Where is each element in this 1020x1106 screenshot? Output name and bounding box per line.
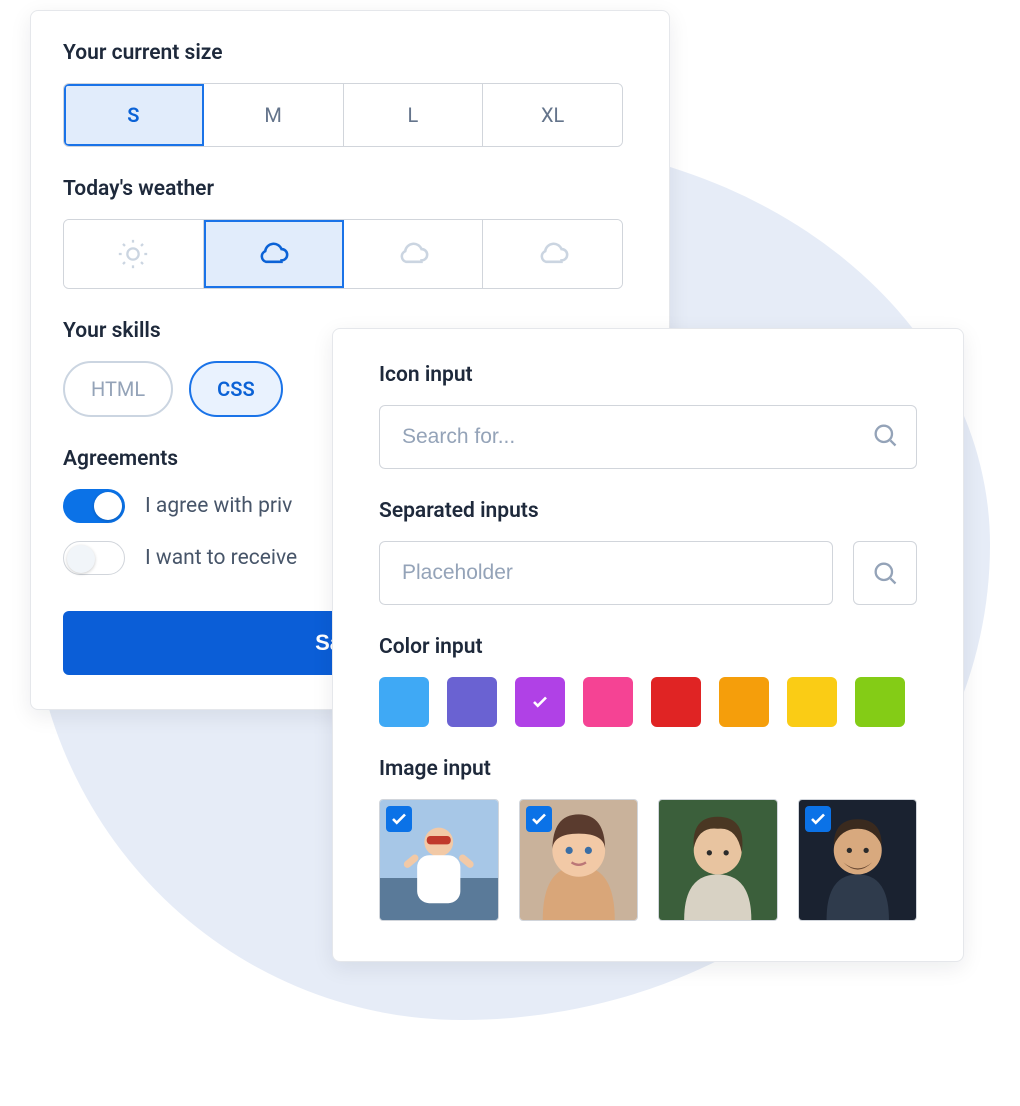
image-input-label: Image input <box>379 757 917 781</box>
check-icon <box>530 810 548 828</box>
cloud-icon <box>396 237 430 271</box>
image-check-badge <box>526 806 552 832</box>
weather-section: Today's weather <box>63 177 637 289</box>
image-check-badge <box>805 806 831 832</box>
check-icon <box>531 693 549 711</box>
toggle-knob <box>94 492 122 520</box>
size-option-m[interactable]: M <box>204 84 344 146</box>
color-swatch[interactable] <box>583 677 633 727</box>
privacy-toggle[interactable] <box>63 489 125 523</box>
check-icon <box>390 810 408 828</box>
image-check-badge <box>386 806 412 832</box>
icon-input-section: Icon input <box>379 363 917 469</box>
separated-inputs-label: Separated inputs <box>379 499 917 523</box>
image-option[interactable] <box>658 799 778 921</box>
weather-option-cloud[interactable] <box>204 220 344 288</box>
form-card-secondary: Icon input Separated inputs Color input <box>332 328 964 962</box>
separated-inputs-section: Separated inputs <box>379 499 917 605</box>
cloud-icon <box>536 237 570 271</box>
size-label: Your current size <box>63 41 637 65</box>
skill-pill-css[interactable]: CSS <box>189 361 283 417</box>
size-segmented-control: S M L XL <box>63 83 623 147</box>
toggle-knob <box>67 545 95 573</box>
image-option[interactable] <box>379 799 499 921</box>
color-swatch[interactable] <box>651 677 701 727</box>
search-icon <box>871 421 899 453</box>
icon-input-wrap <box>379 405 917 469</box>
agreement-text: I want to receive <box>145 546 297 570</box>
image-input-section: Image input <box>379 757 917 921</box>
weather-label: Today's weather <box>63 177 637 201</box>
newsletter-toggle[interactable] <box>63 541 125 575</box>
image-picker-row <box>379 799 917 921</box>
weather-option-sun[interactable] <box>64 220 204 288</box>
search-input[interactable] <box>379 405 917 469</box>
separated-row <box>379 541 917 605</box>
cloud-icon <box>256 237 290 271</box>
color-swatch[interactable] <box>719 677 769 727</box>
weather-option-cloud-alt2[interactable] <box>483 220 622 288</box>
size-option-s[interactable]: S <box>64 84 204 146</box>
color-swatch[interactable] <box>787 677 837 727</box>
size-section: Your current size S M L XL <box>63 41 637 147</box>
color-swatch[interactable] <box>855 677 905 727</box>
color-swatch-row <box>379 677 917 727</box>
color-swatch[interactable] <box>447 677 497 727</box>
skill-pill-html[interactable]: HTML <box>63 361 173 417</box>
icon-input-label: Icon input <box>379 363 917 387</box>
size-option-l[interactable]: L <box>344 84 484 146</box>
sun-icon <box>116 237 150 271</box>
weather-segmented-control <box>63 219 623 289</box>
avatar-placeholder-icon <box>659 800 777 920</box>
agreement-text: I agree with priv <box>145 494 292 518</box>
size-option-xl[interactable]: XL <box>483 84 622 146</box>
image-option[interactable] <box>519 799 639 921</box>
separated-search-button[interactable] <box>853 541 917 605</box>
separated-input[interactable] <box>379 541 833 605</box>
weather-option-cloud-alt1[interactable] <box>344 220 484 288</box>
color-input-section: Color input <box>379 635 917 727</box>
image-option[interactable] <box>798 799 918 921</box>
color-swatch[interactable] <box>379 677 429 727</box>
color-input-label: Color input <box>379 635 917 659</box>
color-swatch-selected[interactable] <box>515 677 565 727</box>
search-icon <box>871 559 899 587</box>
check-icon <box>809 810 827 828</box>
